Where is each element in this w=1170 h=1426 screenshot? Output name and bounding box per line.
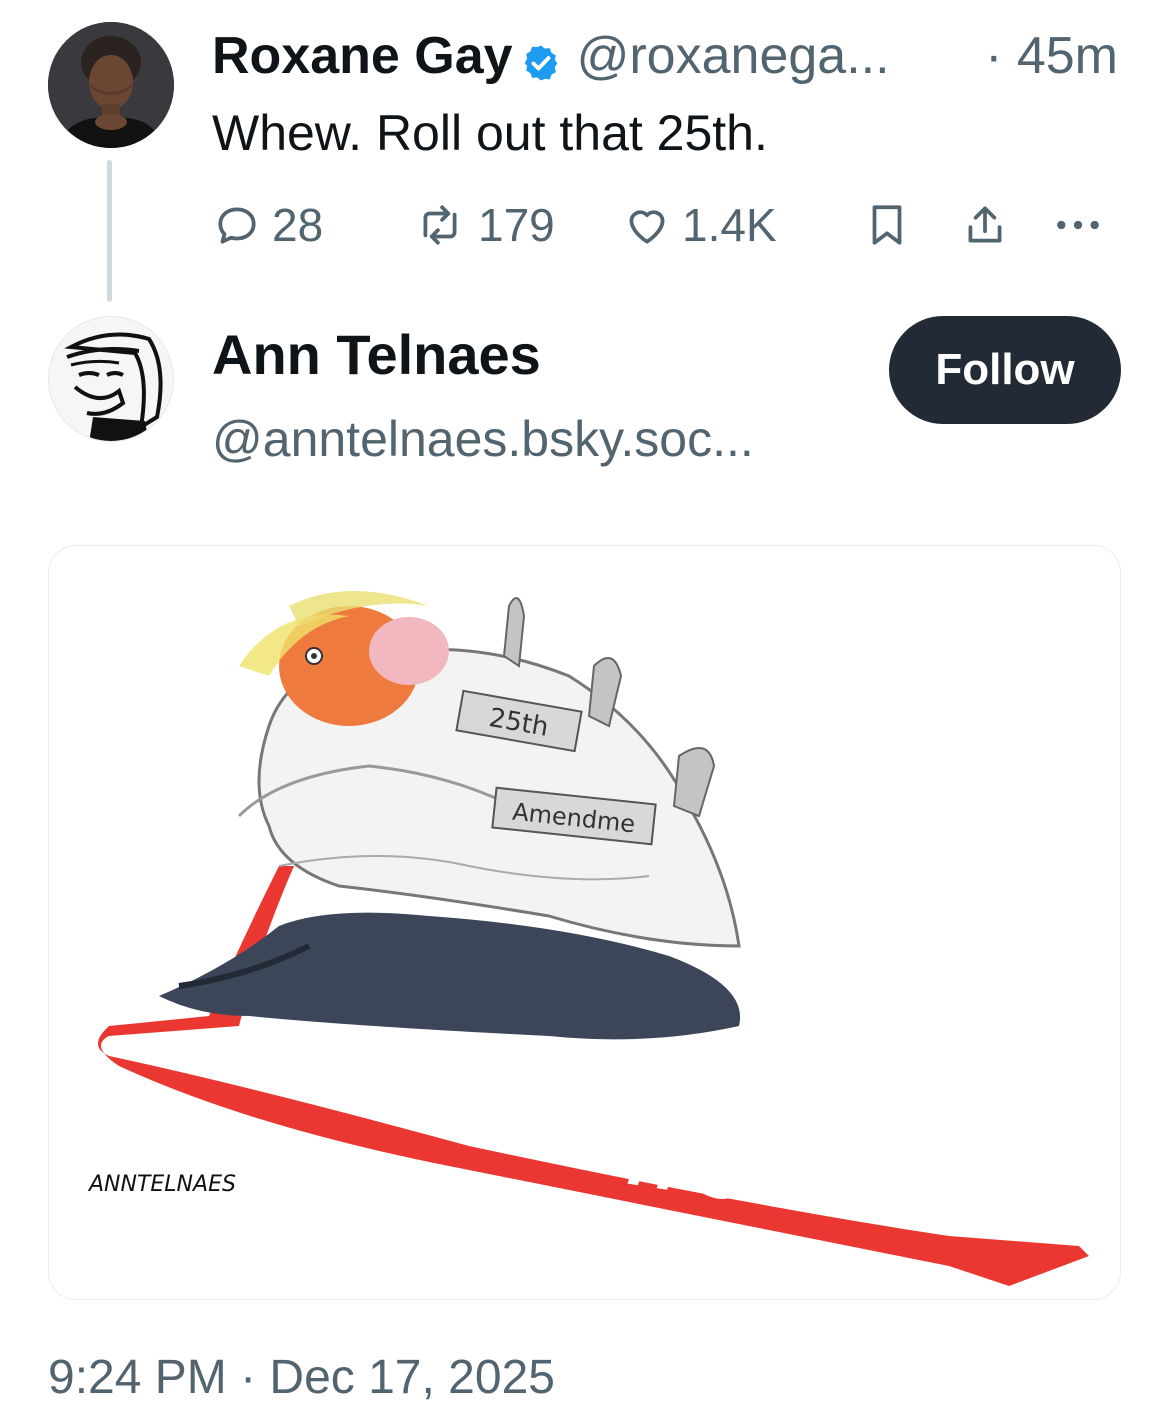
tweet-author-row[interactable]: Roxane Gay @roxanega... [212, 26, 890, 86]
more-options-button[interactable] [1050, 190, 1106, 260]
tweet-text: Whew. Roll out that 25th. [212, 105, 768, 161]
ann-telnaes-avatar[interactable] [48, 316, 174, 442]
like-button[interactable]: 1.4K [622, 190, 777, 260]
tweet-action-bar: 28 179 1.4K [212, 190, 1112, 260]
quoted-account-handle[interactable]: @anntelnaes.bsky.soc... [212, 410, 754, 468]
tweet-timestamp[interactable]: 9:24 PM · Dec 17, 2025 [48, 1350, 555, 1405]
heart-icon [622, 200, 672, 250]
roxane-gay-avatar[interactable] [48, 22, 174, 148]
share-icon [962, 200, 1008, 250]
thread-connector-line [107, 160, 112, 302]
cartoon-image[interactable]: 25th Amendme IT'S TIME ANNTELNAES [48, 545, 1121, 1300]
follow-button[interactable]: Follow [889, 316, 1121, 424]
cartoon-signature: ANNTELNAES [87, 1172, 236, 1197]
more-icon [1050, 200, 1106, 250]
reply-count: 28 [272, 199, 324, 251]
author-display-name[interactable]: Roxane Gay [212, 26, 513, 86]
verified-badge-icon [521, 36, 561, 81]
repost-count: 179 [478, 199, 555, 251]
repost-button[interactable]: 179 [412, 190, 555, 260]
bookmark-icon [864, 200, 910, 250]
comment-icon [212, 200, 262, 250]
share-button[interactable] [962, 190, 1008, 260]
bookmark-button[interactable] [864, 190, 910, 260]
author-handle[interactable]: @roxanega... [577, 26, 890, 86]
tweet-time[interactable]: · 45m [985, 26, 1118, 86]
repost-icon [412, 200, 468, 250]
quoted-account-name[interactable]: Ann Telnaes [212, 322, 541, 387]
reply-button[interactable]: 28 [212, 190, 323, 260]
like-count: 1.4K [682, 199, 777, 251]
